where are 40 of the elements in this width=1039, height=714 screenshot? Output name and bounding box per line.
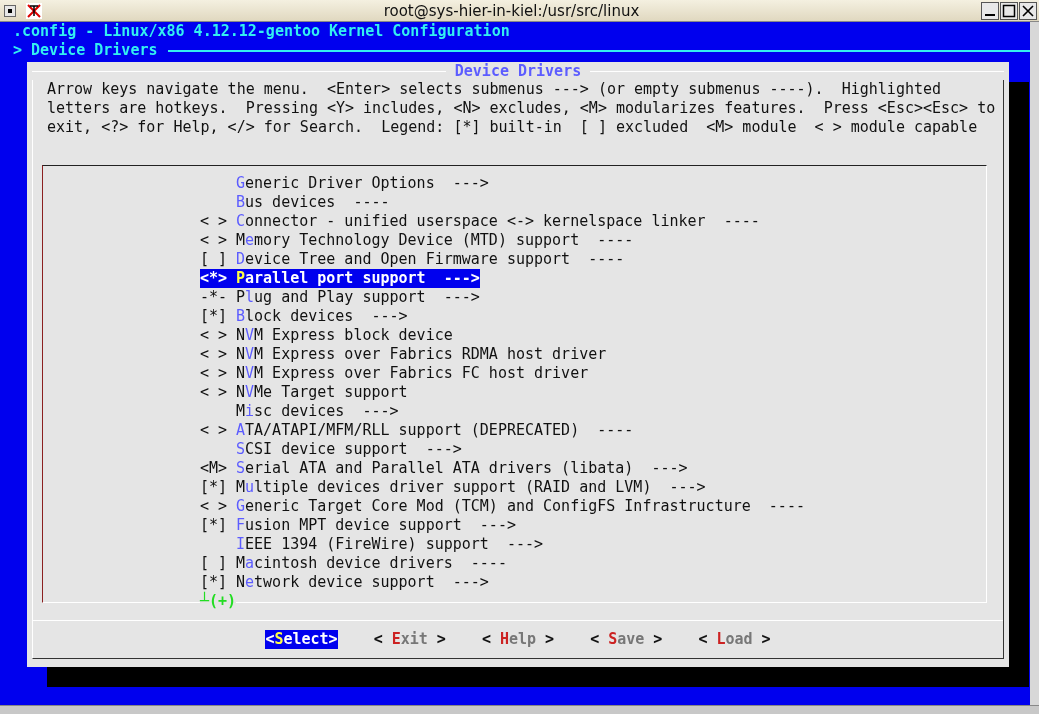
- xterm-icon: [26, 2, 42, 19]
- menu-item[interactable]: [*] Network device support --->: [200, 573, 489, 592]
- menu-item[interactable]: < > ATA/ATAPI/MFM/RLL support (DEPRECATED) ----: [200, 421, 634, 440]
- menu-item[interactable]: < > Memory Technology Device (MTD) support ----: [200, 231, 634, 250]
- menu-item[interactable]: < > NVMe Target support: [200, 383, 408, 402]
- window-menu-icon[interactable]: [4, 4, 16, 17]
- menu-item[interactable]: -*- Plug and Play support --->: [200, 288, 480, 307]
- dialog-button[interactable]: < Help >: [481, 630, 555, 649]
- window-title: root@sys-hier-in-kiel:/usr/src/linux: [382, 1, 641, 20]
- menu-item[interactable]: Misc devices --->: [200, 402, 399, 421]
- menu-item[interactable]: Bus devices ----: [200, 193, 390, 212]
- menu-item[interactable]: IEEE 1394 (FireWire) support --->: [200, 535, 544, 554]
- menu-item[interactable]: [*] Fusion MPT device support --->: [200, 516, 516, 535]
- menu-item[interactable]: < > Connector - unified userspace <-> kernelspace linker ----: [200, 212, 760, 231]
- menu-item[interactable]: < > NVM Express block device: [200, 326, 453, 345]
- menu-item[interactable]: [ ] Macintosh device drivers ----: [200, 554, 507, 573]
- menu-item[interactable]: < > NVM Express over Fabrics FC host driver: [200, 364, 589, 383]
- dialog-button[interactable]: < Exit >: [373, 630, 446, 649]
- menu-item[interactable]: Generic Driver Options --->: [200, 174, 489, 193]
- more-indicator: ┴(+): [200, 592, 237, 611]
- dialog-button[interactable]: <Select>: [265, 630, 338, 649]
- config-title: .config - Linux/x86 4.12.12-gentoo Kernel Configuration: [13, 22, 510, 41]
- close-button[interactable]: [1019, 1, 1037, 20]
- maximize-button[interactable]: [1000, 1, 1018, 20]
- menu-item[interactable]: < > Generic Target Core Mod (TCM) and ConfigFS Infrastructure ----: [200, 497, 805, 516]
- menu-item[interactable]: [ ] Device Tree and Open Firmware support ----: [200, 250, 625, 269]
- help-text-line: Arrow keys navigate the menu. <Enter> selects submenus ---> (or empty submenus ----). Highlighted: [47, 80, 943, 99]
- minimize-button[interactable]: [981, 1, 999, 20]
- menu-item[interactable]: [*] Multiple devices driver support (RAID and LVM) --->: [200, 478, 706, 497]
- menu-item[interactable]: [*] Block devices --->: [200, 307, 408, 326]
- menu-item[interactable]: < > NVM Express over Fabrics RDMA host driver: [200, 345, 607, 364]
- dialog-button[interactable]: < Load >: [698, 630, 771, 649]
- dialog-button[interactable]: < Save >: [590, 630, 663, 649]
- help-text-line: letters are hotkeys. Pressing <Y> includes, <N> excludes, <M> modularizes features. Press <Esc><Esc> to: [47, 99, 997, 118]
- breadcrumb: > Device Drivers: [13, 41, 158, 60]
- dialog-title: Device Drivers: [453, 61, 583, 81]
- menu-item[interactable]: <*> Parallel port support --->: [200, 269, 480, 288]
- menu-item[interactable]: <M> Serial ATA and Parallel ATA drivers (libata) --->: [200, 459, 688, 478]
- help-text-line: exit, <?> for Help, </> for Search. Legend: [*] built-in [ ] excluded <M> module < > module capable: [47, 118, 979, 137]
- menu-item[interactable]: SCSI device support --->: [200, 440, 462, 459]
